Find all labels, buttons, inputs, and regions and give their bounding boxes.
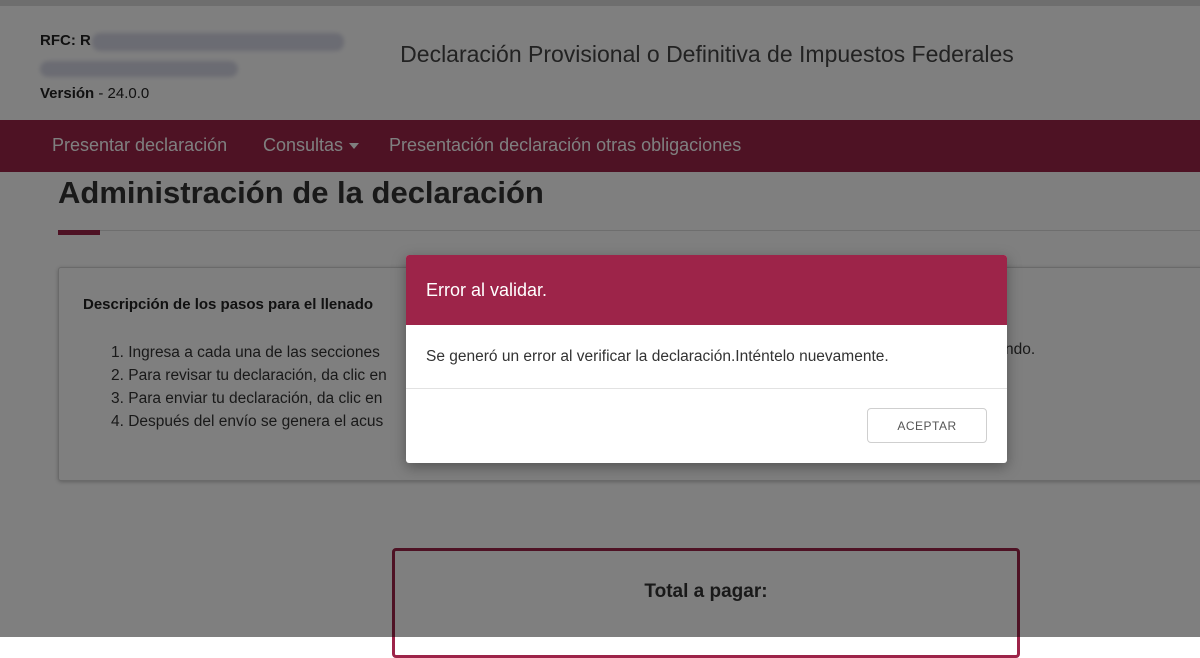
error-dialog: Error al validar. Se generó un error al … bbox=[406, 255, 1007, 463]
dialog-message: Se generó un error al verificar la decla… bbox=[426, 348, 889, 365]
dialog-header: Error al validar. bbox=[406, 255, 1007, 325]
dialog-divider bbox=[406, 388, 1007, 389]
accept-button[interactable]: ACEPTAR bbox=[867, 408, 987, 443]
dialog-title: Error al validar. bbox=[426, 280, 548, 300]
